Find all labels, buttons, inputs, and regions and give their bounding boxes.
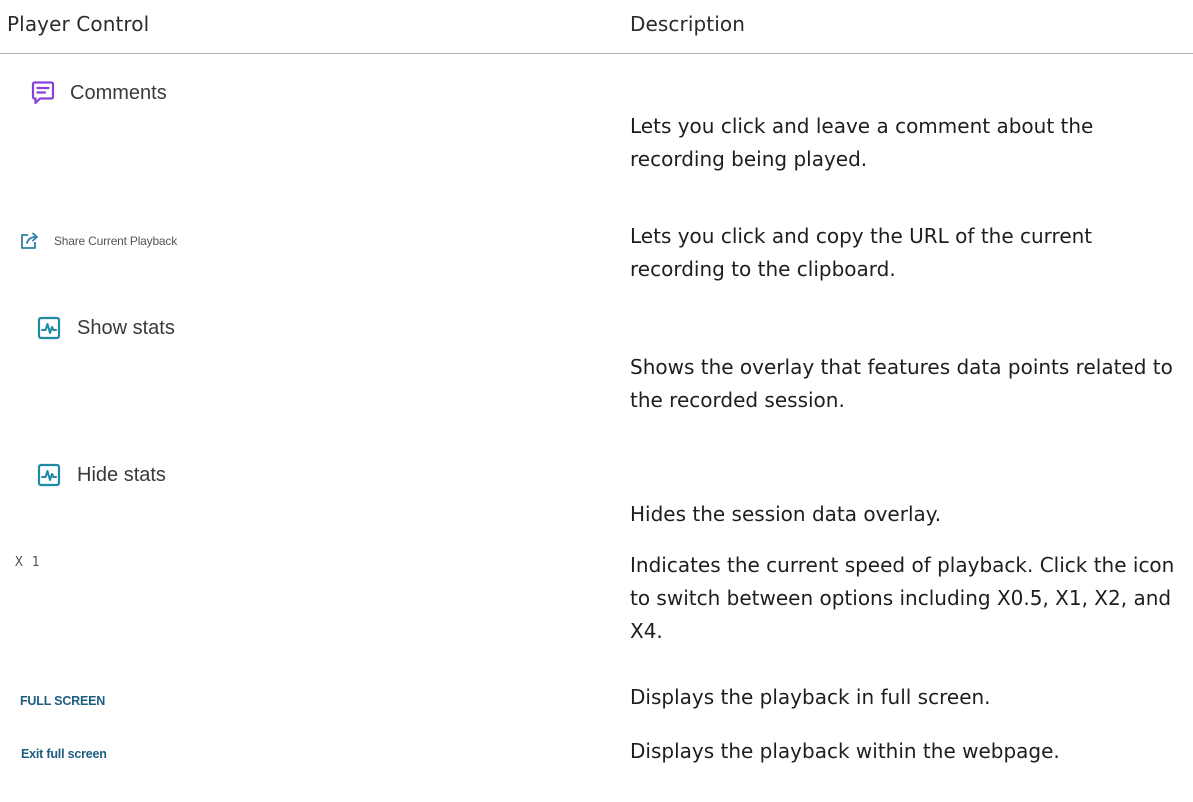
full-screen-button[interactable]: FULL SCREEN: [20, 694, 105, 708]
exit-full-screen-button[interactable]: Exit full screen: [21, 747, 107, 761]
full-screen-label: FULL SCREEN: [20, 694, 106, 708]
hide-stats-button[interactable]: Hide stats: [37, 463, 166, 487]
comments-button[interactable]: Comments: [31, 80, 167, 106]
comments-description: Lets you click and leave a comment about…: [630, 114, 1094, 171]
share-description: Lets you click and copy the URL of the c…: [630, 224, 1093, 281]
stats-icon: [37, 463, 61, 487]
share-current-playback-label: Share Current Playback: [54, 234, 177, 248]
exit-full-screen-description: Displays the playback within the webpage…: [630, 739, 1060, 763]
hide-stats-label: Hide stats: [77, 463, 166, 486]
full-screen-description: Displays the playback in full screen.: [630, 685, 991, 709]
show-stats-label: Show stats: [77, 316, 175, 339]
header-player-control: Player Control: [7, 12, 150, 36]
header-description: Description: [630, 12, 746, 36]
exit-full-screen-label: Exit full screen: [21, 747, 107, 761]
comment-icon: [31, 80, 55, 106]
stats-icon: [37, 316, 61, 340]
comments-label: Comments: [70, 81, 167, 104]
show-stats-button[interactable]: Show stats: [37, 316, 175, 340]
playback-speed-label: X 1: [15, 555, 40, 570]
playback-speed-button[interactable]: X 1: [15, 555, 40, 570]
player-controls-table: Player Control Description Comments Lets…: [0, 0, 1193, 802]
hide-stats-description: Hides the session data overlay.: [630, 502, 942, 526]
share-icon: [20, 232, 40, 250]
share-current-playback-button[interactable]: Share Current Playback: [20, 232, 177, 250]
show-stats-description: Shows the overlay that features data poi…: [630, 355, 1173, 412]
playback-speed-description: Indicates the current speed of playback.…: [630, 553, 1175, 643]
header-divider: [0, 53, 1193, 54]
